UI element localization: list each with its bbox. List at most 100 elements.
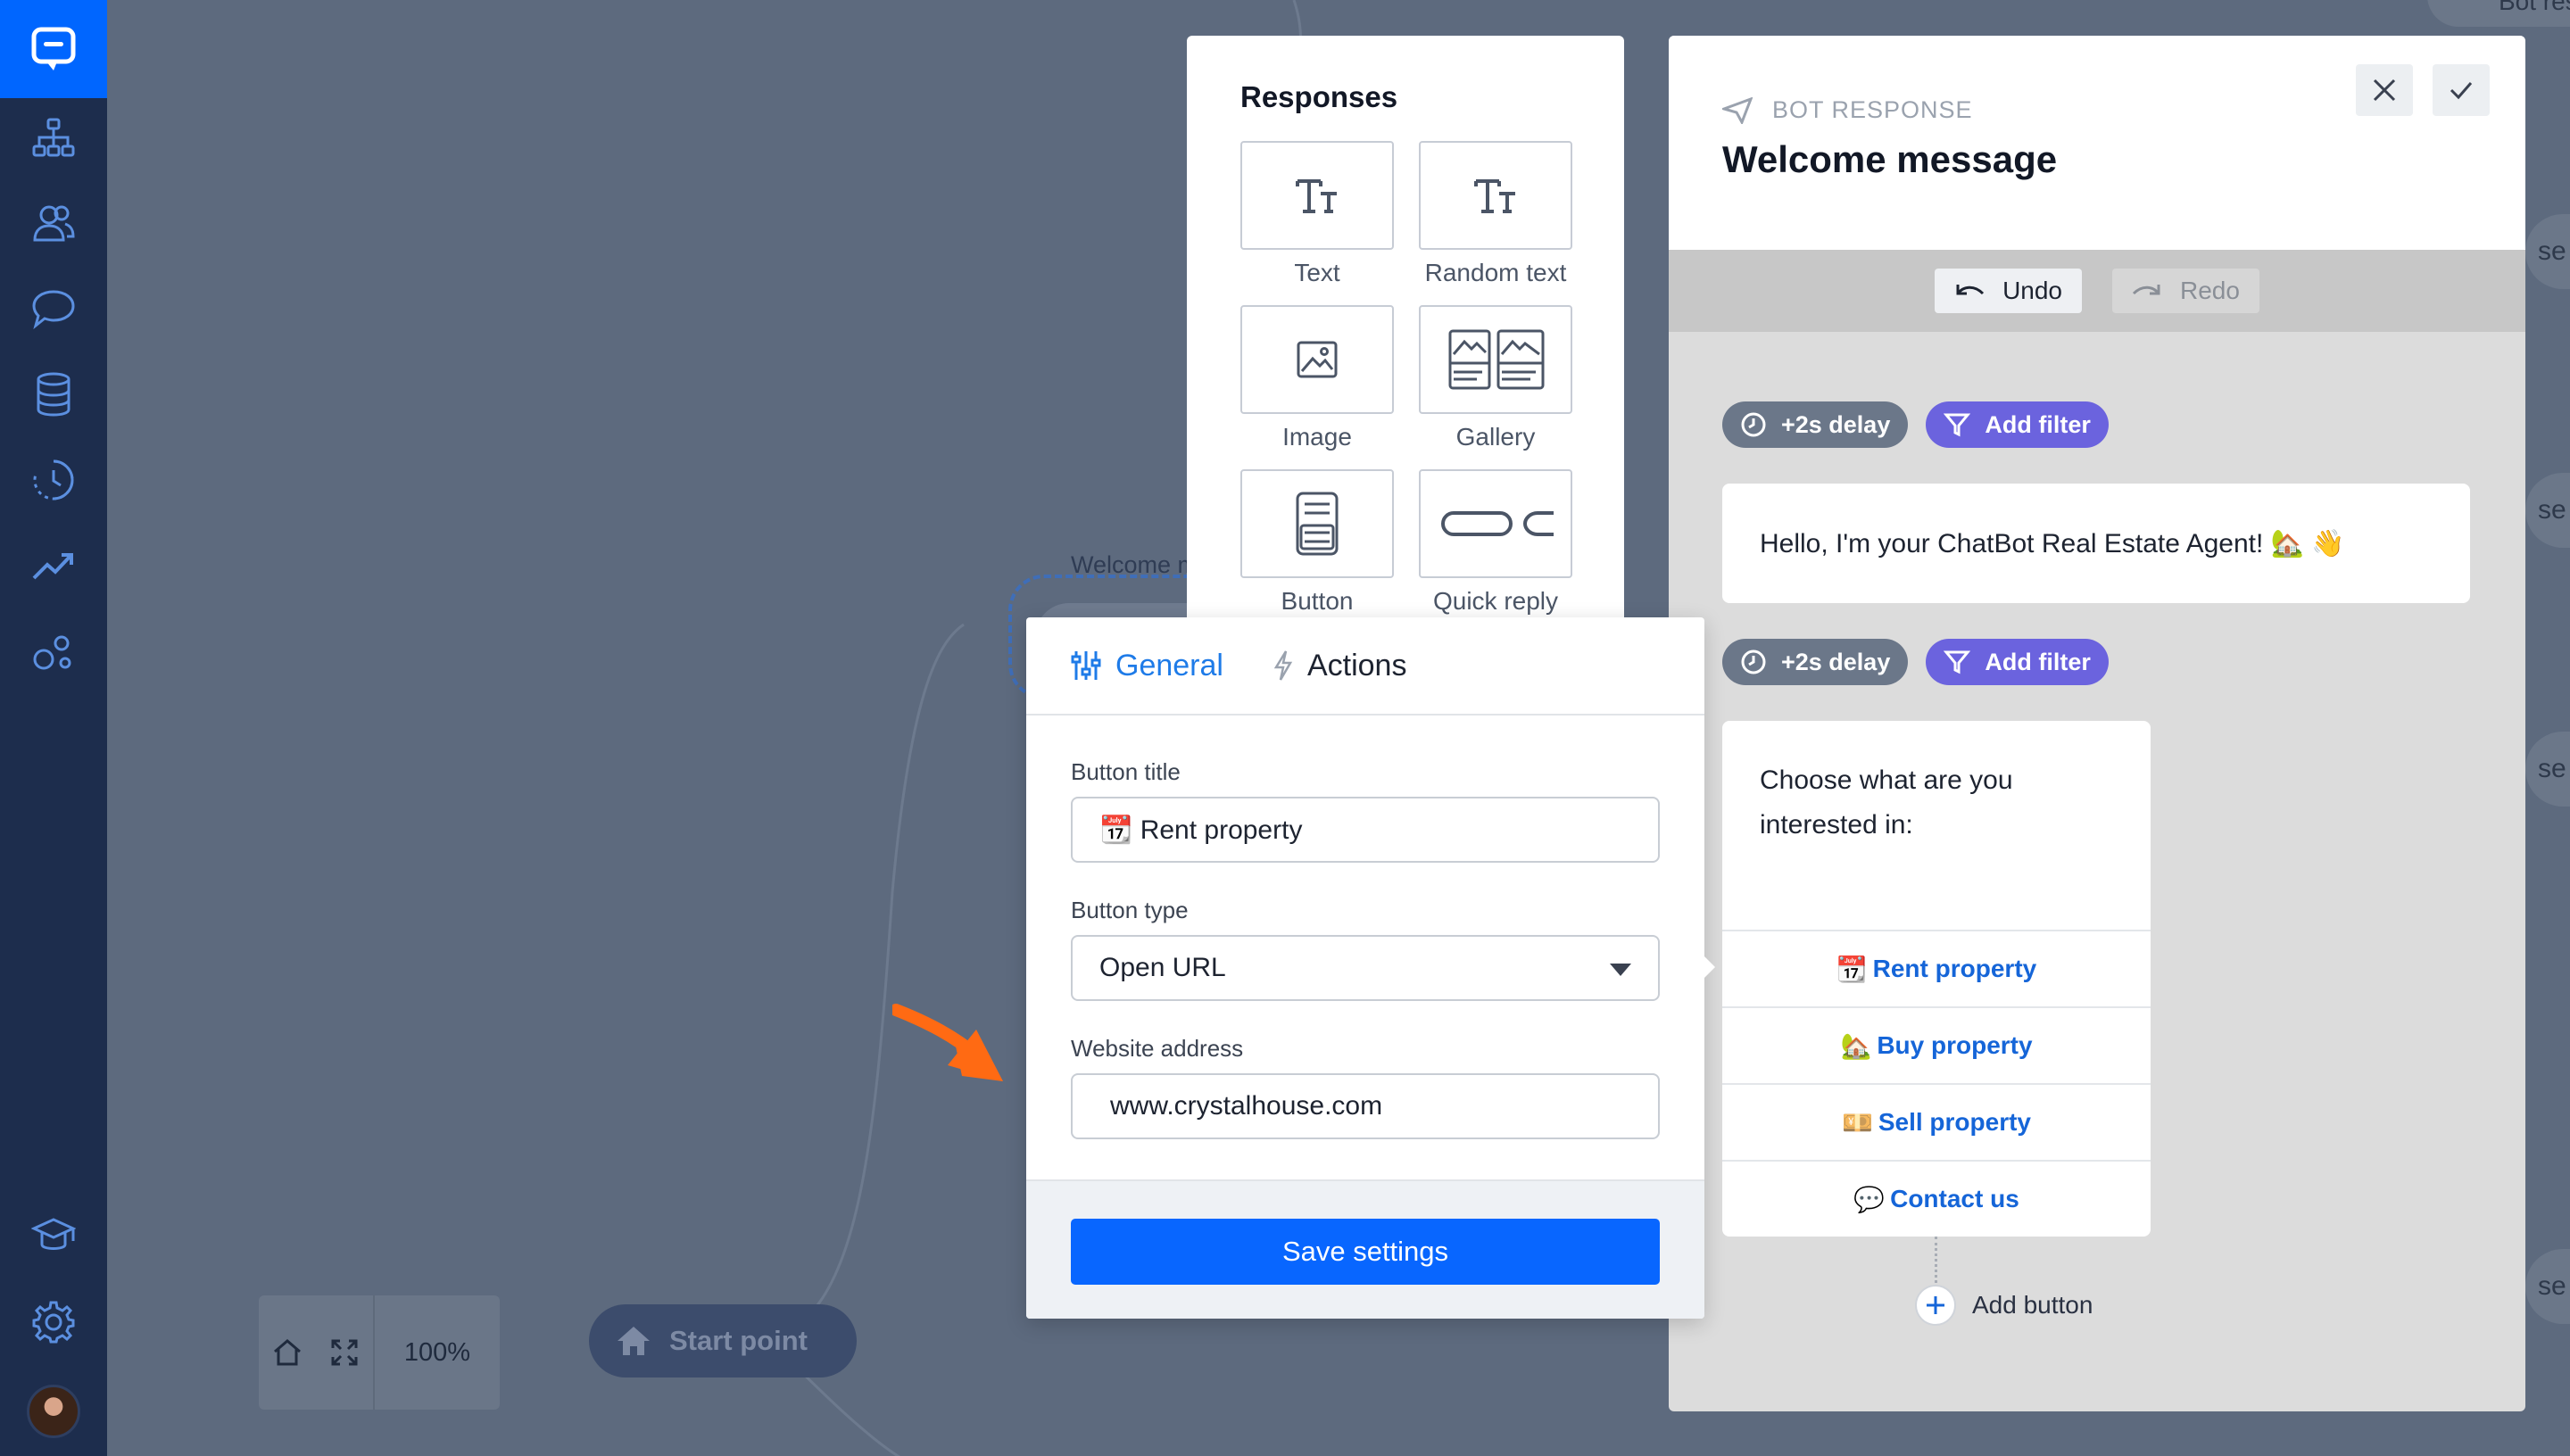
plus-icon [1927,1296,1944,1314]
bot-response-node[interactable]: Bot response [2427,0,2570,27]
close-icon [2373,79,2396,102]
sidebar-item-settings[interactable] [27,1295,80,1349]
tab-actions-label: Actions [1306,648,1407,682]
sidebar-item-users[interactable] [27,196,80,250]
add-filter-chip[interactable]: Add filter [1926,401,2109,448]
start-point-node[interactable]: Start point [589,1304,857,1377]
undo-icon [1956,285,1985,295]
redo-icon [2132,285,2160,295]
app-logo[interactable] [0,0,107,98]
send-icon [1722,96,1753,124]
button-label: Buy property [1877,1031,2033,1059]
button-type-select[interactable]: Open URL [1071,935,1660,1001]
bot-response-panel: BOT RESPONSE Welcome message Undo Redo +… [1669,36,2525,1411]
zoom-level: 100% [373,1295,500,1410]
redo-button[interactable]: Redo [2112,269,2259,313]
message-button-sell[interactable]: 💴 Sell property [1722,1083,2151,1160]
chat-bubble-icon [31,27,76,70]
bubbles-icon [33,635,71,670]
tab-actions[interactable]: Actions [1273,648,1407,683]
add-button-label: Add button [1972,1291,2093,1319]
bot-response-header: BOT RESPONSE Welcome message [1669,36,2525,250]
sidebar-item-reports[interactable] [27,539,80,592]
filter-icon [1944,413,1971,437]
image-icon [1297,341,1338,378]
confirm-button[interactable] [2433,64,2490,116]
clock-icon [1741,649,1766,674]
button-type-value: Open URL [1099,953,1226,982]
clock-icon [33,459,74,500]
button-settings-popover: General Actions Button title 📆 Rent prop… [1026,617,1704,1319]
delay-chip[interactable]: +2s delay [1722,401,1909,448]
settings-footer: Save settings [1026,1179,1704,1319]
add-filter-chip[interactable]: Add filter [1926,639,2109,685]
tab-general-label: General [1115,648,1223,682]
response-quick-reply[interactable]: Quick reply [1419,469,1572,616]
button-label: Rent property [1872,955,2037,982]
user-avatar[interactable] [27,1385,80,1438]
redo-label: Redo [2180,277,2240,304]
add-filter-label: Add filter [1985,648,2091,675]
close-button[interactable] [2356,64,2413,116]
response-label: Button [1281,587,1354,615]
home-view-button[interactable] [259,1295,316,1410]
button-type-label: Button type [1071,897,1189,923]
settings-tabs: General Actions [1026,617,1704,716]
quick-reply-icon [1441,511,1554,536]
website-address-input[interactable]: www.crystalhouse.com [1071,1073,1660,1139]
response-random-text[interactable]: Random text [1419,141,1572,287]
database-icon [37,372,70,417]
response-text[interactable]: Text [1240,141,1394,287]
save-settings-button[interactable]: Save settings [1071,1219,1660,1285]
bot-response-subtitle: BOT RESPONSE [1772,96,1973,123]
text-icon [1296,179,1337,213]
settings-form: Button title 📆 Rent property Button type… [1026,716,1704,1139]
responses-panel: Responses Text Random text Image Gallery… [1187,36,1624,625]
message-button-contact[interactable]: 💬 Contact us [1722,1160,2151,1237]
delay-label: +2s delay [1781,410,1891,438]
sidebar-item-learning[interactable] [27,1210,80,1263]
delay-chip[interactable]: +2s delay [1722,639,1909,685]
website-address-label: Website address [1071,1035,1244,1062]
trend-icon [32,553,73,580]
sliders-icon [1071,651,1101,680]
sidebar-item-history[interactable] [27,453,80,507]
message-button-buy[interactable]: 🏡 Buy property [1722,1006,2151,1083]
add-filter-label: Add filter [1985,410,2091,438]
responses-title: Responses [1240,80,1398,113]
button-title-input[interactable]: 📆 Rent property [1071,797,1660,863]
button-title-label: Button title [1071,758,1181,785]
response-label: Quick reply [1432,587,1559,615]
sidebar [0,0,107,1456]
button-message-text[interactable]: Choose what are you interested in: [1722,721,2151,930]
button-icon [1296,492,1339,556]
undo-button[interactable]: Undo [1935,269,2082,313]
delay-label: +2s delay [1781,648,1891,675]
start-point-label: Start point [669,1325,808,1356]
sidebar-item-chats[interactable] [27,282,80,335]
message-button-rent[interactable]: 📆 Rent property [1722,930,2151,1006]
expand-icon [331,1339,358,1366]
add-button[interactable]: Add button [1915,1285,2093,1326]
fullscreen-button[interactable] [316,1295,373,1410]
gallery-icon [1448,329,1545,390]
filter-icon [1944,650,1971,674]
gear-icon [32,1301,75,1344]
button-emoji: 💬 [1853,1185,1886,1213]
tab-general[interactable]: General [1071,649,1223,683]
graduation-cap-icon [31,1218,76,1250]
button-label: Sell property [1878,1108,2032,1136]
random-text-icon [1474,179,1515,213]
button-emoji: 💴 [1841,1108,1873,1137]
response-gallery[interactable]: Gallery [1419,305,1572,451]
text-message[interactable]: Hello, I'm your ChatBot Real Estate Agen… [1722,484,2470,603]
response-button[interactable]: Button [1240,469,1394,616]
popover-pointer [1703,955,1715,980]
sidebar-item-data[interactable] [27,368,80,421]
button-emoji: 📆 [1836,955,1868,983]
check-icon [2450,82,2473,100]
button-message: Choose what are you interested in: 📆 Rent… [1722,721,2151,1237]
response-image[interactable]: Image [1240,305,1394,451]
sidebar-item-stories[interactable] [27,111,80,164]
sidebar-item-integrations[interactable] [27,625,80,678]
